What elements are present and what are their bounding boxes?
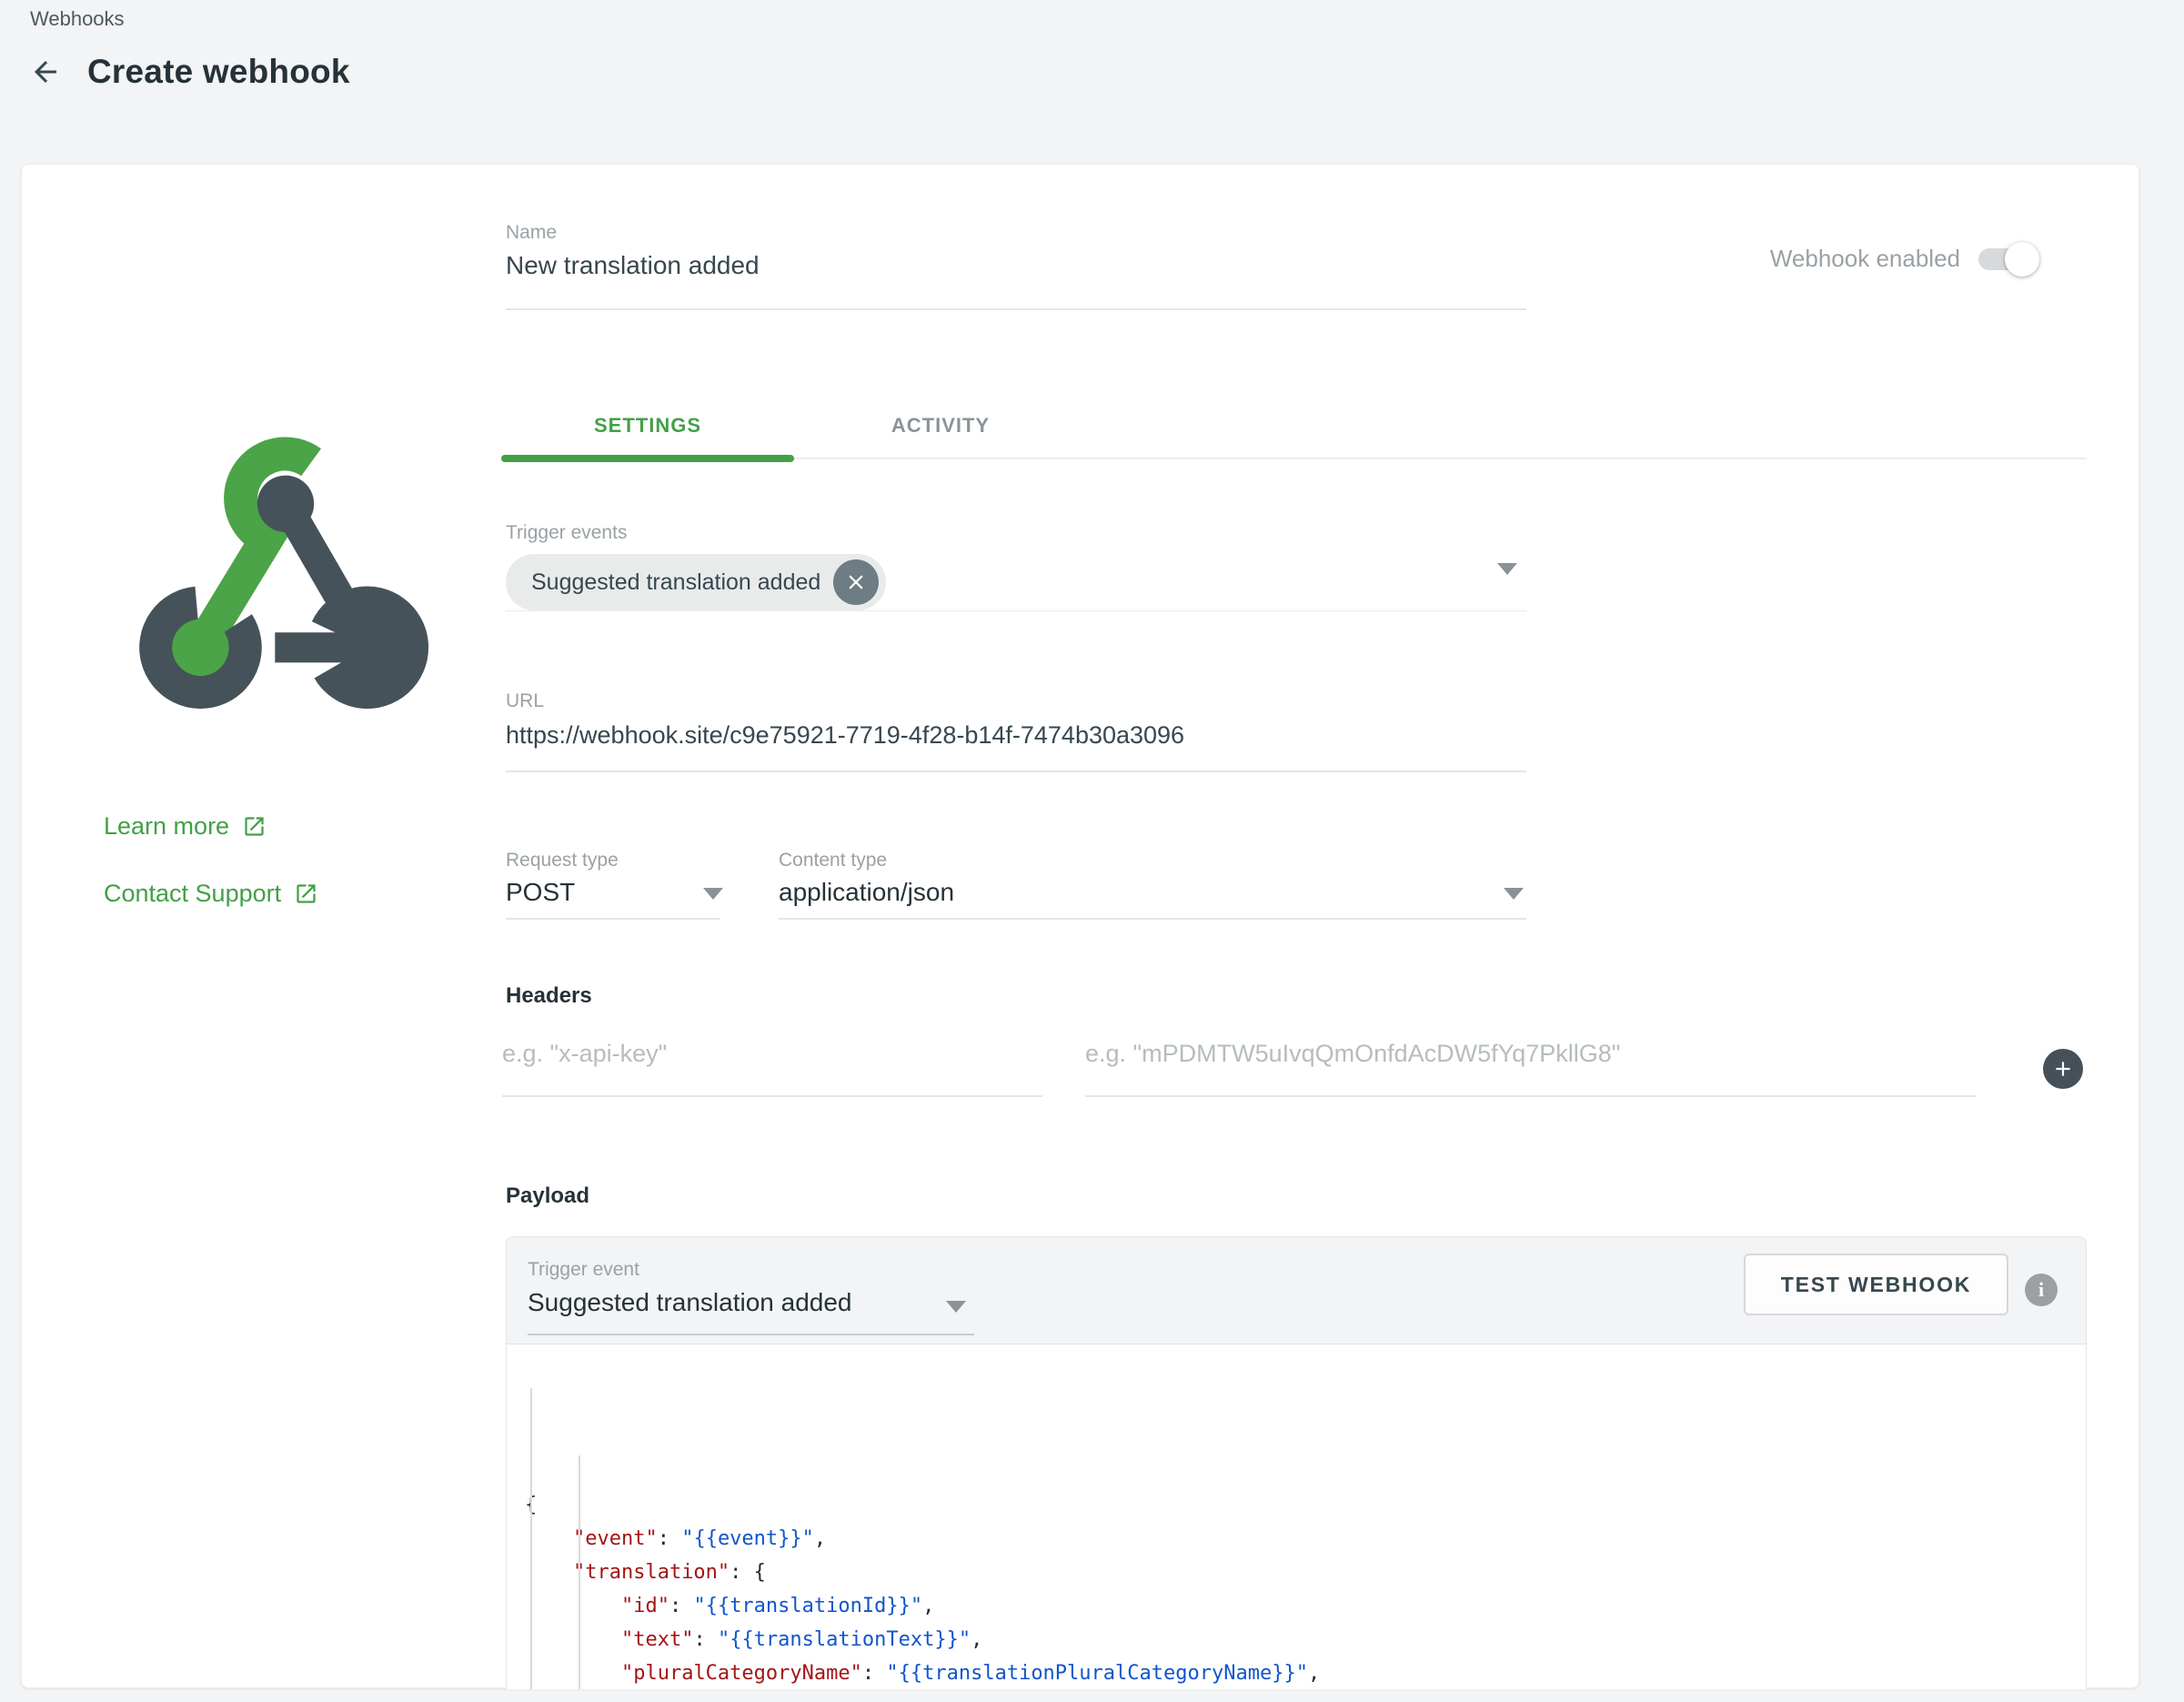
- indent-guide: [530, 1388, 532, 1689]
- url-label: URL: [506, 690, 544, 712]
- underline: [779, 918, 1526, 920]
- page-title: Create webhook: [87, 53, 350, 91]
- name-label: Name: [506, 222, 557, 244]
- indent-guide: [579, 1455, 580, 1689]
- tab-bar: SETTINGS ACTIVITY: [501, 394, 2087, 459]
- underline: [506, 610, 1526, 611]
- name-input[interactable]: [506, 251, 1526, 280]
- toggle-thumb: [2005, 242, 2039, 277]
- chevron-down-icon[interactable]: [1504, 888, 1524, 900]
- code-line: {: [525, 1488, 2086, 1522]
- chip-label: Suggested translation added: [531, 569, 820, 596]
- title-row: Create webhook: [27, 53, 350, 91]
- payload-code-editor[interactable]: { "event": "{{event}}", "translation": {…: [507, 1344, 2086, 1689]
- underline: [506, 308, 1526, 310]
- payload-title: Payload: [506, 1183, 589, 1209]
- webhook-logo: [108, 394, 463, 745]
- underline: [1085, 1095, 1976, 1097]
- close-icon: [844, 570, 868, 594]
- tab-activity[interactable]: ACTIVITY: [794, 394, 1087, 458]
- payload-panel-header: Trigger event Suggested translation adde…: [507, 1237, 2086, 1344]
- external-link-icon: [294, 881, 318, 906]
- external-link-icon: [242, 814, 267, 839]
- header-value-input[interactable]: [1085, 1040, 1976, 1068]
- webhook-enabled-label: Webhook enabled: [1770, 245, 1960, 273]
- breadcrumb[interactable]: Webhooks: [30, 7, 125, 31]
- code-line: "id": "{{translationId}}",: [525, 1589, 2086, 1623]
- header-key-input[interactable]: [502, 1040, 1042, 1068]
- trigger-event-chip[interactable]: Suggested translation added: [506, 554, 886, 610]
- tab-settings-label: SETTINGS: [594, 414, 701, 438]
- payload-panel: Trigger event Suggested translation adde…: [506, 1236, 2087, 1689]
- webhook-enabled-row: Webhook enabled: [1770, 245, 2037, 273]
- underline: [502, 1095, 1042, 1097]
- request-type-select[interactable]: POST: [506, 878, 575, 907]
- info-icon[interactable]: i: [2025, 1274, 2058, 1306]
- code-line: "translation": {: [525, 1556, 2086, 1589]
- create-webhook-card: Learn more Contact Support Name Webhook …: [21, 164, 2139, 1688]
- underline: [528, 1334, 974, 1335]
- tab-activity-label: ACTIVITY: [891, 414, 990, 438]
- content-type-select[interactable]: application/json: [779, 878, 954, 907]
- content-type-label: Content type: [779, 850, 887, 871]
- url-input[interactable]: [506, 721, 1526, 750]
- headers-title: Headers: [506, 983, 592, 1009]
- active-tab-indicator: [501, 455, 794, 462]
- request-type-label: Request type: [506, 850, 619, 871]
- learn-more-label: Learn more: [104, 812, 229, 841]
- tab-settings[interactable]: SETTINGS: [501, 394, 794, 458]
- chevron-down-icon[interactable]: [703, 888, 723, 900]
- webhook-enabled-toggle[interactable]: [1978, 248, 2037, 270]
- arrow-back-icon: [29, 55, 62, 88]
- learn-more-link[interactable]: Learn more: [104, 812, 267, 841]
- chevron-down-icon[interactable]: [1497, 563, 1517, 575]
- test-webhook-button[interactable]: TEST WEBHOOK: [1744, 1254, 2008, 1315]
- code-line: "event": "{{event}}",: [525, 1522, 2086, 1556]
- trigger-event-select[interactable]: Suggested translation added: [528, 1288, 852, 1317]
- underline: [506, 770, 1526, 772]
- contact-support-label: Contact Support: [104, 880, 281, 908]
- chevron-down-icon[interactable]: [946, 1301, 966, 1313]
- chip-remove-button[interactable]: [833, 559, 879, 605]
- contact-support-link[interactable]: Contact Support: [104, 880, 318, 908]
- add-header-button[interactable]: [2043, 1049, 2083, 1089]
- plus-icon: [2051, 1057, 2075, 1081]
- underline: [506, 918, 720, 920]
- back-button[interactable]: [27, 54, 64, 90]
- code-line: "text": "{{translationText}}",: [525, 1623, 2086, 1657]
- trigger-event-label: Trigger event: [528, 1259, 639, 1281]
- code-line: "pluralCategoryName": "{{translationPlur…: [525, 1657, 2086, 1689]
- trigger-events-label: Trigger events: [506, 522, 627, 544]
